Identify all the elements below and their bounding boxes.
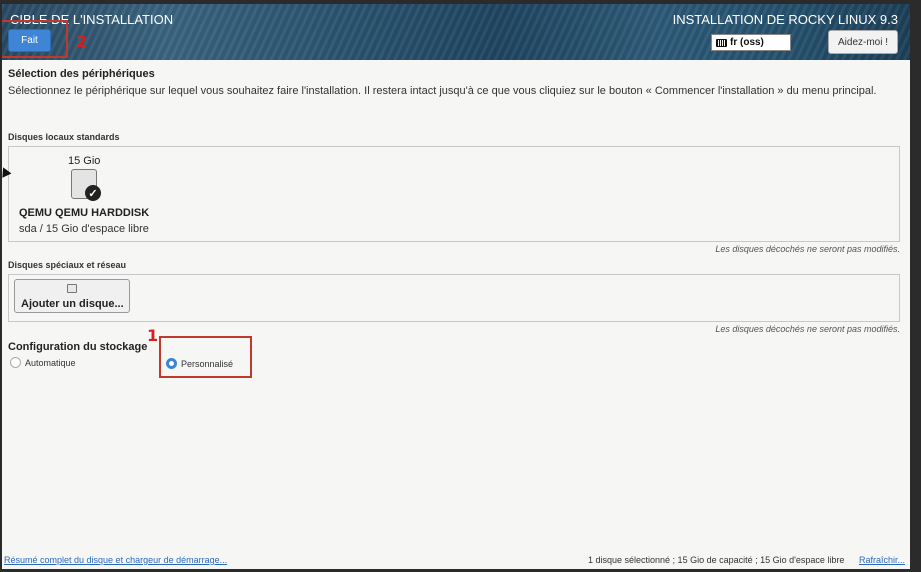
- radio-automatic-circle[interactable]: [10, 357, 21, 368]
- radio-automatic-label: Automatique: [25, 357, 76, 368]
- device-selection-title: Sélection des périphériques: [8, 68, 155, 80]
- keyboard-icon: [716, 38, 727, 47]
- keyboard-layout-indicator[interactable]: fr (oss): [711, 34, 791, 51]
- disk-item[interactable]: 15 Gio ✓ QEMU QEMU HARDDISK sda / 15 Gio…: [9, 147, 169, 241]
- keyboard-layout-label: fr (oss): [730, 37, 764, 48]
- local-disks-panel: 15 Gio ✓ QEMU QEMU HARDDISK sda / 15 Gio…: [8, 146, 900, 242]
- device-selection-description: Sélectionnez le périphérique sur lequel …: [8, 85, 877, 97]
- disk-summary-link[interactable]: Résumé complet du disque et chargeur de …: [4, 555, 227, 565]
- installer-window: CIBLE DE L'INSTALLATION Fait 2 INSTALLAT…: [2, 4, 910, 569]
- annotation-marker-2: 2: [76, 32, 88, 51]
- disk-add-icon: [67, 284, 77, 293]
- annotation-box-1: [159, 336, 252, 378]
- radio-custom-label: Personnalisé: [181, 358, 234, 369]
- radio-custom-circle[interactable]: [166, 358, 177, 369]
- disk-info: sda / 15 Gio d'espace libre: [19, 223, 149, 235]
- checkmark-icon: ✓: [85, 185, 101, 201]
- annotation-marker-1: 1: [147, 326, 159, 345]
- right-edge: [910, 0, 921, 572]
- add-disk-button[interactable]: Ajouter un disque...: [14, 279, 130, 313]
- disk-size: 15 Gio: [68, 155, 101, 167]
- special-disks-label: Disques spéciaux et réseau: [8, 260, 127, 270]
- disk-name: QEMU QEMU HARDDISK: [19, 207, 150, 219]
- local-disks-note: Les disques décochés ne seront pas modif…: [715, 244, 900, 254]
- disk-status-summary: 1 disque sélectionné ; 15 Gio de capacit…: [588, 555, 845, 565]
- radio-custom[interactable]: Personnalisé: [166, 358, 233, 369]
- local-disks-label: Disques locaux standards: [8, 132, 120, 142]
- add-disk-label: Ajouter un disque...: [21, 298, 124, 310]
- storage-config-title: Configuration du stockage: [8, 341, 148, 353]
- help-button[interactable]: Aidez-moi !: [828, 30, 898, 54]
- product-title: INSTALLATION DE ROCKY LINUX 9.3: [672, 12, 898, 27]
- special-disks-panel: Ajouter un disque...: [8, 274, 900, 322]
- refresh-link[interactable]: Rafraîchir...: [859, 555, 905, 565]
- radio-automatic[interactable]: Automatique: [10, 357, 76, 368]
- page-title: CIBLE DE L'INSTALLATION: [10, 12, 174, 27]
- done-button[interactable]: Fait: [8, 29, 51, 52]
- special-disks-note: Les disques décochés ne seront pas modif…: [715, 324, 900, 334]
